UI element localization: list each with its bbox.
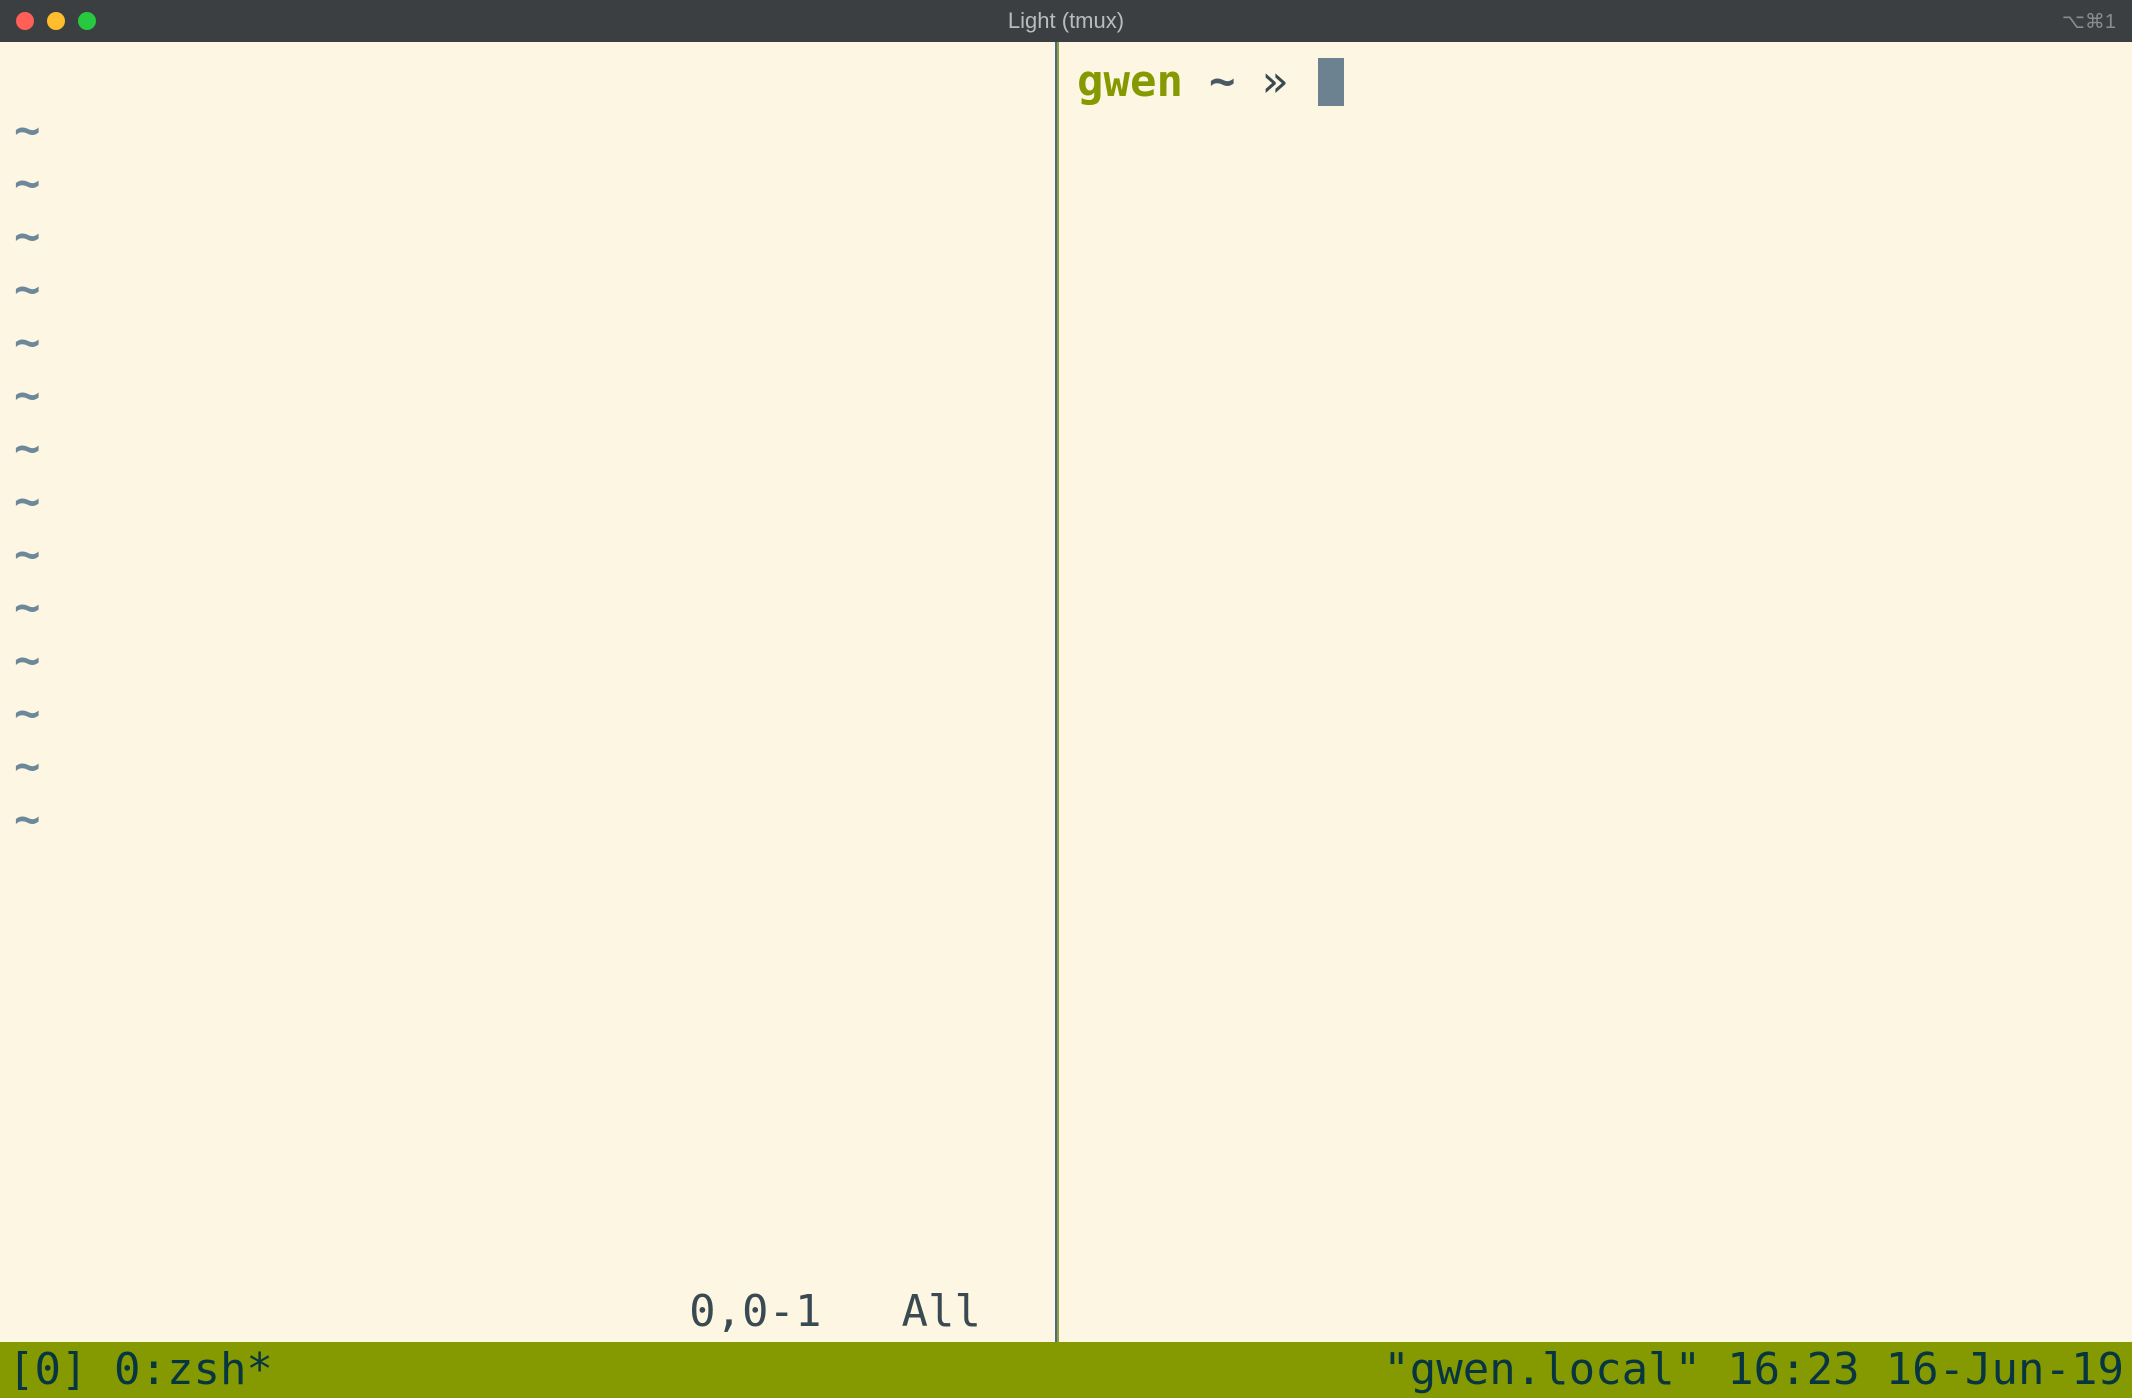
tmux-pane-left[interactable]: ~ ~ ~ ~ ~ ~ ~ ~ ~ ~ ~ ~ ~ ~ 0,0-1 All (0, 42, 1057, 1342)
vim-tilde-line: ~ (14, 370, 1055, 423)
tmux-session-index[interactable]: [0] (8, 1344, 87, 1395)
terminal-body: ~ ~ ~ ~ ~ ~ ~ ~ ~ ~ ~ ~ ~ ~ 0,0-1 All (0, 42, 2132, 1398)
vim-tilde-line: ~ (14, 105, 1055, 158)
vim-tilde-line: ~ (14, 688, 1055, 741)
vim-line-empty (14, 52, 1055, 105)
vim-tilde-line: ~ (14, 158, 1055, 211)
terminal-cursor (1318, 58, 1344, 106)
close-window-button[interactable] (16, 12, 34, 30)
prompt-path: ~ (1209, 56, 1236, 109)
tmux-panes: ~ ~ ~ ~ ~ ~ ~ ~ ~ ~ ~ ~ ~ ~ 0,0-1 All (0, 42, 2132, 1342)
vim-tilde-line: ~ (14, 582, 1055, 635)
prompt-separator: » (1261, 56, 1288, 109)
window-title-bar: Light (tmux) ⌥⌘1 (0, 0, 2132, 42)
vim-tilde-line: ~ (14, 741, 1055, 794)
vim-tilde-line: ~ (14, 529, 1055, 582)
tmux-window-label: 0:zsh* (114, 1344, 273, 1395)
maximize-window-button[interactable] (78, 12, 96, 30)
vim-tilde-line: ~ (14, 317, 1055, 370)
tmux-window-name[interactable]: 0:zsh* (87, 1344, 272, 1395)
vim-status-line: 0,0-1 All (0, 1286, 1055, 1342)
vim-tilde-line: ~ (14, 635, 1055, 688)
vim-buffer[interactable]: ~ ~ ~ ~ ~ ~ ~ ~ ~ ~ ~ ~ ~ ~ (0, 42, 1055, 1286)
tmux-pane-right[interactable]: gwen ~ » (1057, 42, 2132, 1342)
tmux-time: 16:23 (1727, 1344, 1859, 1395)
tmux-status-bar: [0] 0:zsh* "gwen.local" 16:23 16-Jun-19 (0, 1342, 2132, 1398)
tmux-hostname: "gwen.local" (1383, 1344, 1701, 1395)
vim-tilde-line: ~ (14, 211, 1055, 264)
vim-scroll-position: All (902, 1286, 981, 1339)
vim-cursor-position: 0,0-1 (689, 1286, 821, 1339)
tmux-date: 16-Jun-19 (1886, 1344, 2124, 1395)
vim-tilde-line: ~ (14, 264, 1055, 317)
prompt-hostname: gwen (1077, 56, 1183, 109)
vim-tilde-line: ~ (14, 476, 1055, 529)
window-meta-shortcut: ⌥⌘1 (2062, 9, 2132, 34)
vim-tilde-line: ~ (14, 423, 1055, 476)
shell-prompt[interactable]: gwen ~ » (1077, 56, 2132, 109)
vim-tilde-line: ~ (14, 794, 1055, 847)
window-title: Light (tmux) (1008, 8, 1124, 34)
minimize-window-button[interactable] (47, 12, 65, 30)
traffic-lights (0, 12, 96, 30)
